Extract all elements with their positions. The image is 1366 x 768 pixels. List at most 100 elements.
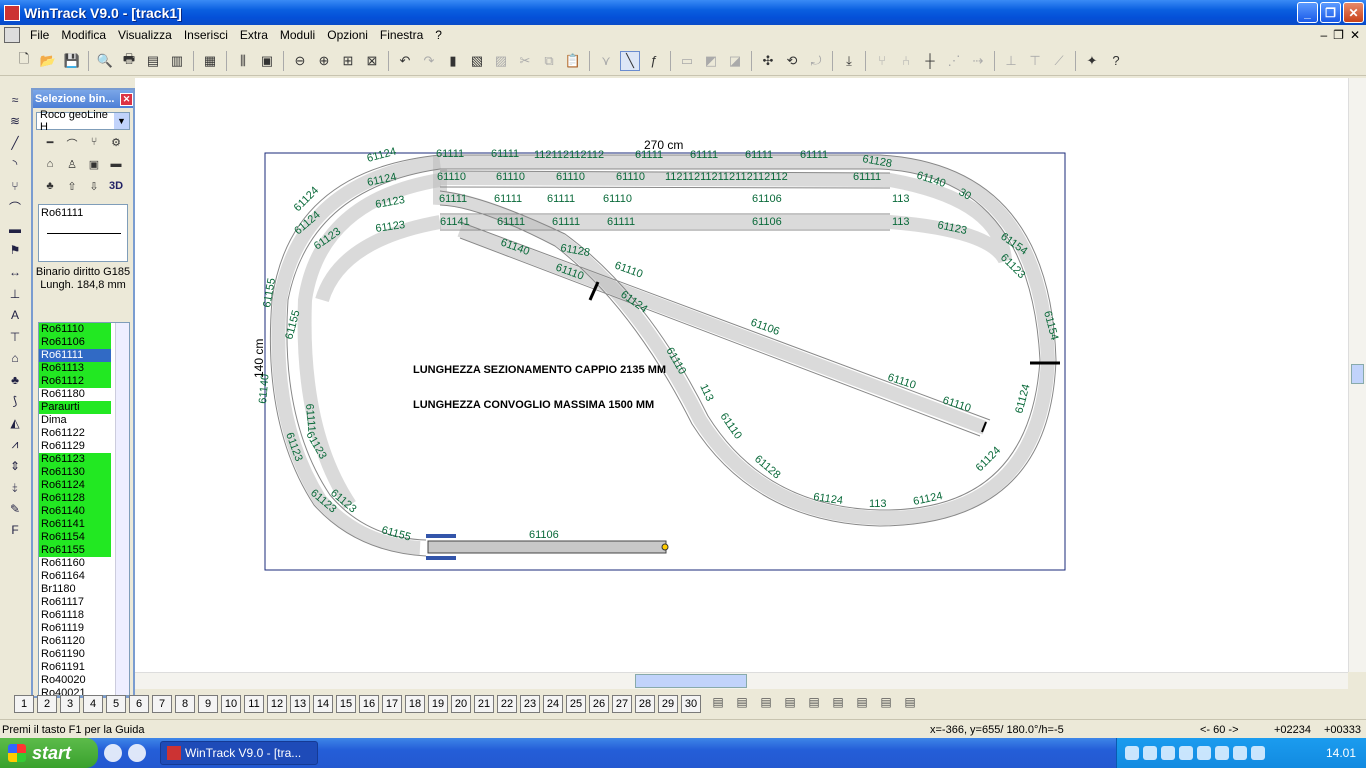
- list-item[interactable]: Ro61119: [39, 622, 111, 635]
- level-5-icon[interactable]: ▤: [900, 695, 920, 713]
- house-tool-icon[interactable]: ⌂: [4, 348, 26, 368]
- menu-file[interactable]: File: [24, 28, 55, 42]
- horizontal-scroll-thumb[interactable]: [635, 674, 747, 688]
- flex-track-icon[interactable]: ƒ: [644, 51, 664, 71]
- page-tab[interactable]: 16: [359, 695, 379, 713]
- taskbar-item-wintrack[interactable]: WinTrack V9.0 - [tra...: [160, 741, 318, 765]
- list-item[interactable]: Ro61120: [39, 635, 111, 648]
- straight-tool-icon[interactable]: ╱: [4, 133, 26, 153]
- page-tab[interactable]: 11: [244, 695, 264, 713]
- up-piece-icon[interactable]: ⇧: [63, 180, 81, 198]
- pin-tool-icon[interactable]: ⊤: [4, 327, 26, 347]
- close-button[interactable]: ✕: [1343, 2, 1364, 23]
- level-1-icon[interactable]: ▤: [804, 695, 824, 713]
- page-tab[interactable]: 6: [129, 695, 149, 713]
- library-icon[interactable]: ▦: [200, 51, 220, 71]
- turnout-piece-icon[interactable]: ⑂: [85, 136, 103, 154]
- align-icon[interactable]: ▭: [677, 51, 697, 71]
- list-item[interactable]: Ro61106: [39, 336, 111, 349]
- print-icon[interactable]: 🖶: [119, 51, 139, 71]
- cut-track-icon[interactable]: ┼: [920, 51, 940, 71]
- menu-modifica[interactable]: Modifica: [55, 28, 112, 42]
- list-item[interactable]: Paraurti: [39, 401, 111, 414]
- height-tool-icon[interactable]: ⇕: [4, 456, 26, 476]
- image-icon[interactable]: ▣: [257, 51, 277, 71]
- tray-bluetooth-icon[interactable]: [1179, 746, 1193, 760]
- delete-icon[interactable]: ▮: [443, 51, 463, 71]
- group-icon[interactable]: ◩: [701, 51, 721, 71]
- panel-close-icon[interactable]: ✕: [120, 92, 133, 106]
- list-item[interactable]: Ro61123: [39, 453, 111, 466]
- settings-icon[interactable]: ✦: [1082, 51, 1102, 71]
- list-item[interactable]: Ro61140: [39, 505, 111, 518]
- page-tab[interactable]: 14: [313, 695, 333, 713]
- chevron-down-icon[interactable]: ▼: [114, 113, 129, 129]
- tray-display-icon[interactable]: [1251, 746, 1265, 760]
- rotate-180-icon[interactable]: ⤾: [806, 51, 826, 71]
- curve-tool-icon[interactable]: ◝: [4, 155, 26, 175]
- layout-canvas[interactable]: 61124 61111 61111 112112112112 61111 611…: [135, 78, 1348, 672]
- ie-quicklaunch-icon[interactable]: [104, 744, 122, 762]
- tray-volume-icon[interactable]: [1143, 746, 1157, 760]
- note-loop-length[interactable]: LUNGHEZZA SEZIONAMENTO CAPPIO 2135 MM: [413, 364, 666, 376]
- height-icon[interactable]: ⊥: [1001, 51, 1021, 71]
- page-tab[interactable]: 27: [612, 695, 632, 713]
- menu-opzioni[interactable]: Opzioni: [321, 28, 374, 42]
- new-icon[interactable]: 🗋: [14, 51, 34, 71]
- signal-tool-icon[interactable]: ⚑: [4, 241, 26, 261]
- move-icon[interactable]: ✣: [758, 51, 778, 71]
- print-preview-icon[interactable]: 🔍: [95, 51, 115, 71]
- menu-extra[interactable]: Extra: [234, 28, 274, 42]
- list-item[interactable]: Ro61164: [39, 570, 111, 583]
- maximize-button[interactable]: ❐: [1320, 2, 1341, 23]
- page-tab[interactable]: 15: [336, 695, 356, 713]
- select-track-icon[interactable]: ╲: [620, 50, 640, 71]
- snap-icon[interactable]: ⤓: [839, 51, 859, 71]
- list-item[interactable]: Ro61112: [39, 375, 111, 388]
- page-tab[interactable]: 23: [520, 695, 540, 713]
- list-item[interactable]: Ro61141: [39, 518, 111, 531]
- page-tab[interactable]: 10: [221, 695, 241, 713]
- list-item[interactable]: Ro61180: [39, 388, 111, 401]
- list-item[interactable]: Ro40020: [39, 674, 111, 687]
- ungroup-icon[interactable]: ◪: [725, 51, 745, 71]
- page-tab[interactable]: 17: [382, 695, 402, 713]
- list-item[interactable]: Ro61128: [39, 492, 111, 505]
- turntable-piece-icon[interactable]: ⚙: [107, 136, 125, 154]
- minimize-button[interactable]: _: [1297, 2, 1318, 23]
- switch-tool-icon[interactable]: ⑂: [4, 176, 26, 196]
- platform-tool-icon[interactable]: ▬: [4, 219, 26, 239]
- page-tab[interactable]: 3: [60, 695, 80, 713]
- page-tab[interactable]: 1: [14, 695, 34, 713]
- list-item[interactable]: Ro61155: [39, 544, 111, 557]
- menu-visualizza[interactable]: Visualizza: [112, 28, 178, 42]
- slope-icon[interactable]: ⟋: [1049, 51, 1069, 71]
- print-setup-icon[interactable]: ▤: [143, 51, 163, 71]
- document-icon[interactable]: [4, 27, 20, 43]
- save-icon[interactable]: 💾: [62, 51, 82, 71]
- piece-list[interactable]: Ro61110 Ro61106 Ro61111 Ro61113 Ro61112 Ro611…: [38, 322, 130, 696]
- redo-icon[interactable]: ↷: [419, 51, 439, 71]
- bridge-tool-icon[interactable]: ⌒: [4, 198, 26, 218]
- menu-inserisci[interactable]: Inserisci: [178, 28, 234, 42]
- vertical-scroll-thumb[interactable]: [1351, 364, 1364, 384]
- list-item[interactable]: Dima: [39, 414, 111, 427]
- buffer-stop[interactable]: [426, 556, 456, 560]
- tree-piece-icon[interactable]: ♣: [41, 180, 59, 198]
- zoom-all-icon[interactable]: ⊠: [362, 51, 382, 71]
- cut-icon[interactable]: ✂: [515, 51, 535, 71]
- level-2-icon[interactable]: ▤: [828, 695, 848, 713]
- page-tab[interactable]: 12: [267, 695, 287, 713]
- page-tab[interactable]: 29: [658, 695, 678, 713]
- tray-safely-remove-icon[interactable]: [1233, 746, 1247, 760]
- terrain-tool-icon[interactable]: ◭: [4, 413, 26, 433]
- list-item[interactable]: Ro61160: [39, 557, 111, 570]
- split-icon[interactable]: ⋰: [944, 51, 964, 71]
- list-item[interactable]: Ro61191: [39, 661, 111, 674]
- wagon-piece-icon[interactable]: ▬: [107, 158, 125, 176]
- page-tab[interactable]: 2: [37, 695, 57, 713]
- tray-network-icon[interactable]: [1125, 746, 1139, 760]
- chart-icon[interactable]: ⫼: [233, 51, 253, 71]
- properties-icon[interactable]: ▧: [467, 51, 487, 71]
- page-tab[interactable]: 18: [405, 695, 425, 713]
